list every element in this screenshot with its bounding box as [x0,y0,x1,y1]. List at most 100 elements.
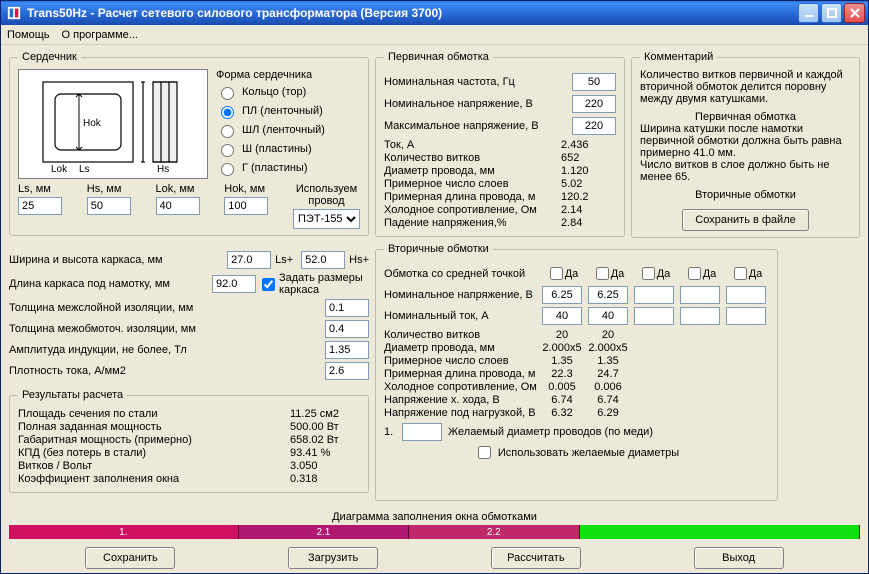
sec-value: 0.006 [585,381,631,393]
primary-label: Примерная длина провода, м [384,191,561,203]
comment-fieldset: Комментарий Количество витков первичной … [631,51,860,238]
result-label: Полная заданная мощность [18,421,290,433]
fill-diagram: 1. 2.1 2.2 [9,525,860,539]
radio-g[interactable]: Г (пластины) [216,160,325,176]
core-legend: Сердечник [18,51,81,63]
result-value: 11.25 см2 [290,408,360,420]
frame-len-input[interactable] [212,275,256,293]
result-value: 93.41 % [290,447,360,459]
result-label: Коэффициент заполнения окна [18,473,290,485]
wire-select[interactable]: ПЭТ-155 [293,209,360,229]
primary-label: Диаметр провода, мм [384,165,561,177]
maximize-button[interactable] [821,3,842,23]
sec-value: 6.74 [539,394,585,406]
induction-input[interactable] [325,341,369,359]
exit-button[interactable]: Выход [694,547,784,569]
result-value: 658.02 Вт [290,434,360,446]
hok-input[interactable] [224,197,268,215]
primary-label: Холодное сопротивление, Ом [384,204,561,216]
result-label: Габаритная мощность (примерно) [18,434,290,446]
primary-value: 120.2 [561,191,616,203]
use-wish-checkbox[interactable] [478,446,491,459]
results-fieldset: Результаты расчета Площадь сечения по ст… [9,389,369,493]
app-icon [6,5,22,21]
result-label: Площадь сечения по стали [18,408,290,420]
density-input[interactable] [325,362,369,380]
svg-text:Lok: Lok [51,164,68,174]
sec-label: Холодное сопротивление, Ом [384,381,539,393]
menu-help[interactable]: Помощь [7,29,50,41]
primary-value: 1.120 [561,165,616,177]
sec-value: 1.35 [539,355,585,367]
sec-value: 0.005 [539,381,585,393]
sec-value: 20 [539,329,585,341]
radio-shl[interactable]: ШЛ (ленточный) [216,122,325,138]
window-title: Trans50Hz - Расчет сетевого силового тра… [27,6,798,20]
save-button[interactable]: Сохранить [85,547,175,569]
result-value: 0.318 [290,473,360,485]
sec-label: Напряжение х. хода, В [384,394,539,406]
primary-value: 652 [561,152,616,164]
primary-vnom-input[interactable] [572,95,616,113]
intercoil-input[interactable] [325,320,369,338]
radio-sh[interactable]: Ш (пластины) [216,141,325,157]
hs-input[interactable] [87,197,131,215]
svg-text:Hs: Hs [157,164,169,174]
core-fieldset: Сердечник [9,51,369,236]
set-frame-checkbox[interactable] [262,278,275,291]
save-comment-button[interactable]: Сохранить в файле [682,209,808,231]
ls-input[interactable] [18,197,62,215]
result-label: Витков / Вольт [18,460,290,472]
primary-value: 2.84 [561,217,616,229]
sec-v-input[interactable] [588,286,628,304]
lok-input[interactable] [156,197,200,215]
sec-value: 2.000x5 [585,342,631,354]
primary-vmax-input[interactable] [572,117,616,135]
sec-value: 22.3 [539,368,585,380]
primary-label: Примерное число слоев [384,178,561,190]
primary-value: 2.436 [561,139,616,151]
sec-label: Количество витков [384,329,539,341]
sec-label: Примерное число слоев [384,355,539,367]
result-label: КПД (без потерь в стали) [18,447,290,459]
sec-value: 1.35 [585,355,631,367]
close-button[interactable] [844,3,865,23]
primary-freq-input[interactable] [572,73,616,91]
primary-fieldset: Первичная обмотка Номинальная частота, Г… [375,51,625,237]
calc-button[interactable]: Рассчитать [491,547,581,569]
result-value: 3.050 [290,460,360,472]
wish-diam-input[interactable] [402,423,442,441]
sec-label: Напряжение под нагрузкой, В [384,407,539,419]
sec-ct-checkbox[interactable] [550,267,563,280]
radio-ring[interactable]: Кольцо (тор) [216,84,325,100]
sec-label: Примерная длина провода, м [384,368,539,380]
result-value: 500.00 Вт [290,421,360,433]
sec-ct-checkbox[interactable] [596,267,609,280]
frame-w-input[interactable] [227,251,271,269]
sec-value: 2.000x5 [539,342,585,354]
primary-label: Падение напряжения,% [384,217,561,229]
sec-value: 20 [585,329,631,341]
radio-pl[interactable]: ПЛ (ленточный) [216,103,325,119]
sec-v-input[interactable] [542,286,582,304]
frame-h-input[interactable] [301,251,345,269]
primary-value: 5.02 [561,178,616,190]
interlayer-input[interactable] [325,299,369,317]
sec-value: 6.29 [585,407,631,419]
primary-value: 2.14 [561,204,616,216]
sec-i-input[interactable] [588,307,628,325]
sec-value: 24.7 [585,368,631,380]
svg-text:Hok: Hok [83,118,102,129]
primary-label: Количество витков [384,152,561,164]
menu-about[interactable]: О программе... [62,29,138,41]
core-diagram: Hok Lok Ls Hs [18,69,208,179]
sec-label: Диаметр провода, мм [384,342,539,354]
load-button[interactable]: Загрузить [288,547,378,569]
core-form-label: Форма сердечника [216,69,325,81]
minimize-button[interactable] [798,3,819,23]
svg-text:Ls: Ls [79,164,90,174]
primary-label: Ток, А [384,139,561,151]
sec-i-input[interactable] [542,307,582,325]
sec-value: 6.32 [539,407,585,419]
sec-value: 6.74 [585,394,631,406]
